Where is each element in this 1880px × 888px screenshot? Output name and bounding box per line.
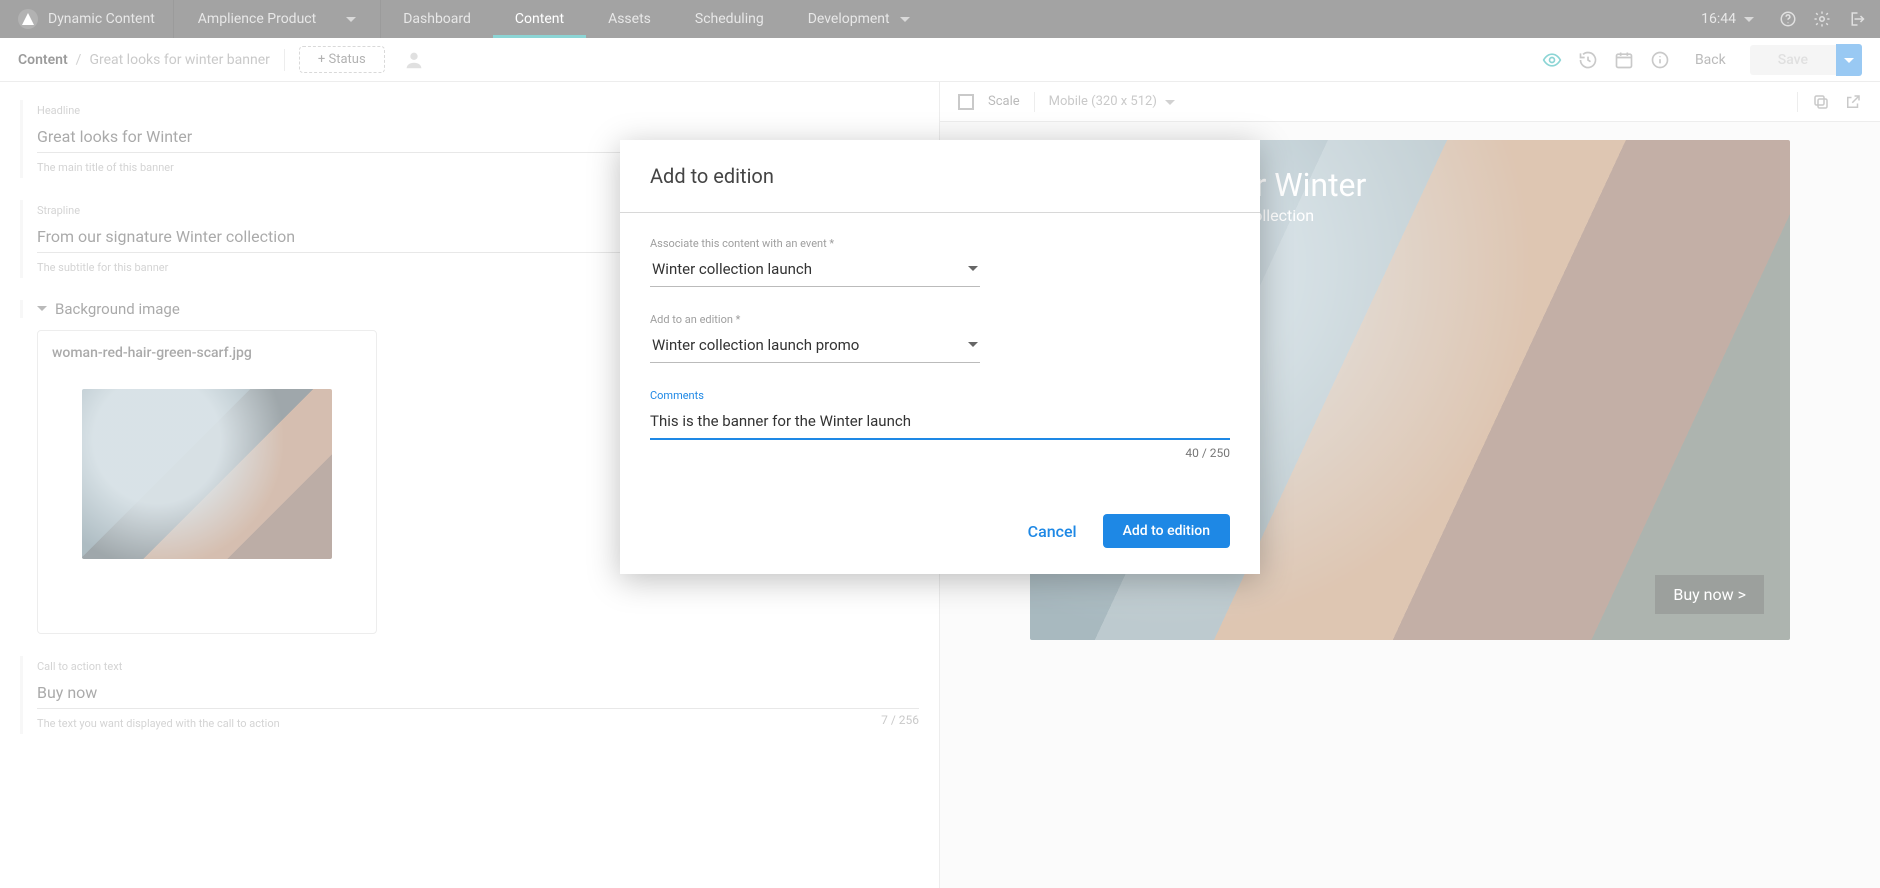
event-value: Winter collection launch — [652, 260, 812, 278]
field-label: Associate this content with an event * — [650, 237, 1230, 250]
comments-count: 40 / 250 — [1185, 446, 1230, 460]
modal-body: Associate this content with an event * W… — [620, 213, 1260, 496]
caret-down-icon — [968, 266, 978, 276]
field-label: Add to an edition * — [650, 313, 1230, 326]
edition-select[interactable]: Winter collection launch promo — [650, 332, 980, 363]
edition-value: Winter collection launch promo — [652, 336, 859, 354]
modal-actions: Cancel Add to edition — [620, 496, 1260, 574]
event-select[interactable]: Winter collection launch — [650, 256, 980, 287]
comments-field: Comments 40 / 250 — [650, 389, 1230, 460]
modal-title: Add to edition — [620, 140, 1260, 213]
comments-input[interactable] — [650, 408, 1230, 440]
modal-overlay[interactable]: Add to edition Associate this content wi… — [0, 0, 1880, 888]
caret-down-icon — [968, 342, 978, 352]
add-to-edition-modal: Add to edition Associate this content wi… — [620, 140, 1260, 574]
edition-field: Add to an edition * Winter collection la… — [650, 313, 1230, 363]
cancel-button[interactable]: Cancel — [1028, 522, 1077, 541]
add-to-edition-button[interactable]: Add to edition — [1103, 514, 1230, 548]
event-field: Associate this content with an event * W… — [650, 237, 1230, 287]
field-label: Comments — [650, 389, 1230, 402]
